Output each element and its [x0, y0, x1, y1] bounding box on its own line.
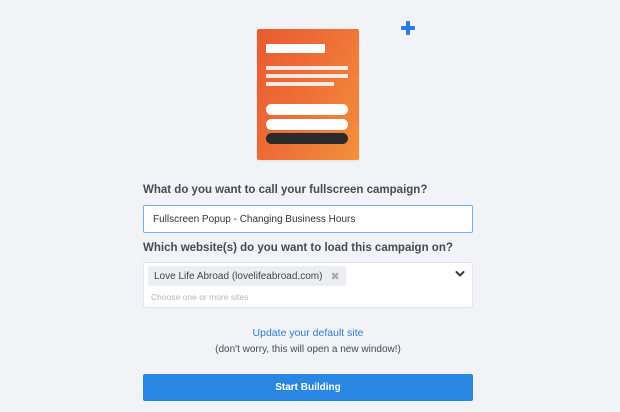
campaign-name-input[interactable] [143, 205, 473, 233]
selected-site-label: Love Life Abroad (lovelifeabroad.com) [154, 270, 323, 282]
illustration-button-pill [266, 133, 348, 144]
website-multiselect[interactable]: Love Life Abroad (lovelifeabroad.com) ✖ … [143, 262, 473, 308]
new-window-note: (don't worry, this will open a new windo… [215, 344, 401, 355]
website-select-label: Which website(s) do you want to load thi… [143, 242, 453, 254]
chevron-down-icon[interactable] [455, 270, 465, 278]
start-building-button[interactable]: Start Building [143, 374, 473, 401]
illustration-title-bar [266, 44, 325, 53]
plus-icon [400, 20, 416, 36]
selected-site-tag: Love Life Abroad (lovelifeabroad.com) ✖ [148, 266, 346, 286]
illustration-input-pill [266, 119, 348, 130]
illustration-input-pill [266, 104, 348, 115]
illustration-text-line [266, 82, 334, 86]
illustration-text-line [266, 74, 348, 78]
campaign-name-label: What do you want to call your fullscreen… [143, 184, 428, 196]
fullscreen-popup-illustration [257, 29, 359, 160]
close-icon[interactable]: ✖ [330, 270, 339, 283]
illustration-text-line [266, 66, 348, 70]
update-default-site-link[interactable]: Update your default site [0, 327, 616, 339]
sites-placeholder[interactable]: Choose one or more sites [151, 292, 248, 302]
